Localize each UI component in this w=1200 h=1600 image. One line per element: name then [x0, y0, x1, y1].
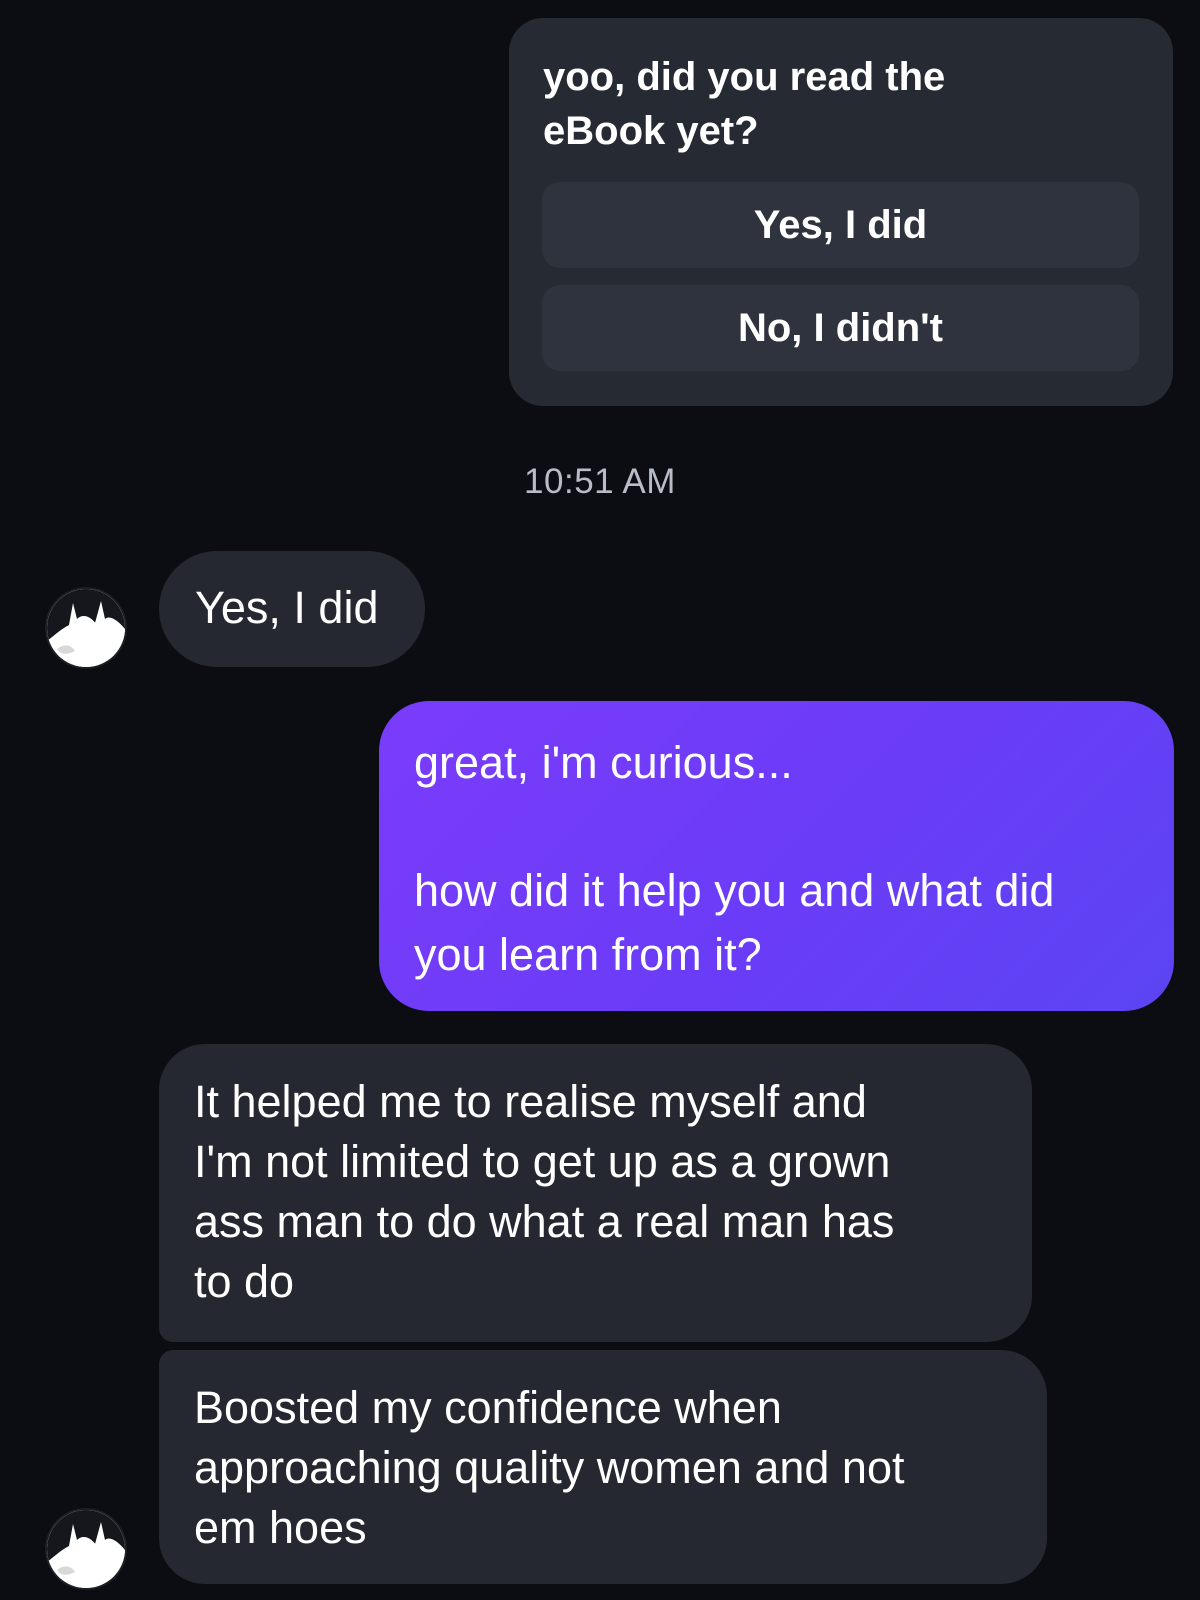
card-message-text: yoo, did you read the eBook yet? — [543, 55, 946, 153]
quick-reply-no-button[interactable]: No, I didn't — [542, 285, 1139, 371]
outgoing-quick-reply-card: yoo, did you read the eBook yet? Yes, I … — [509, 18, 1173, 406]
incoming-message-bubble: It helped me to realise myself and I'm n… — [159, 1044, 1032, 1342]
contact-avatar-icon[interactable] — [47, 1510, 125, 1588]
incoming-message-bubble: Boosted my confidence when approaching q… — [159, 1350, 1047, 1584]
incoming-message-bubble: Yes, I did — [159, 551, 425, 667]
outgoing-message-bubble: great, i'm curious... how did it help yo… — [379, 701, 1174, 1011]
quick-reply-yes-button[interactable]: Yes, I did — [542, 182, 1139, 268]
chat-screen: yoo, did you read the eBook yet? Yes, I … — [0, 0, 1200, 1600]
message-timestamp: 10:51 AM — [524, 462, 676, 501]
contact-avatar-icon[interactable] — [47, 589, 125, 667]
